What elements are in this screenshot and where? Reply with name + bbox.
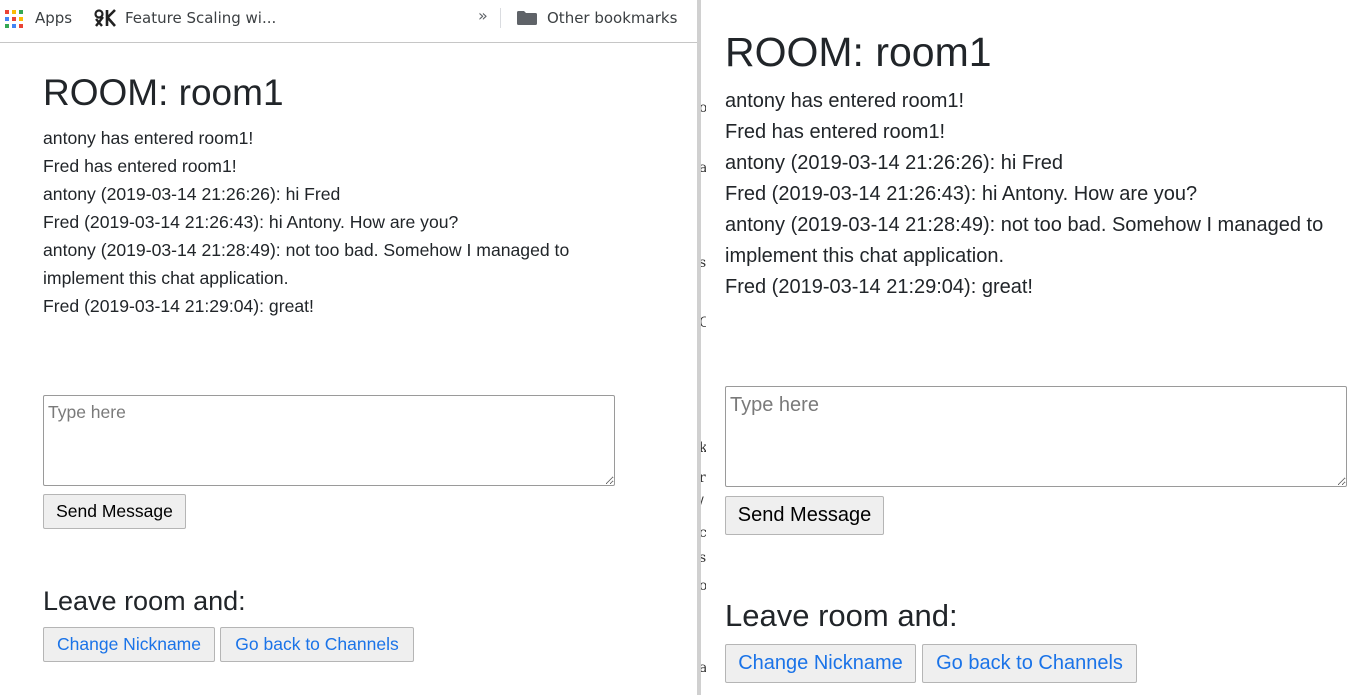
message-item: Fred (2019-03-14 21:26:43): hi Antony. H… — [43, 212, 459, 232]
message-item: Fred has entered room1! — [43, 156, 237, 176]
message-list: antony has entered room1! Fred has enter… — [43, 124, 623, 320]
bookmarks-separator — [500, 8, 501, 28]
message-item: antony (2019-03-14 21:26:26): hi Fred — [725, 152, 1063, 174]
bookmark-other-bookmarks[interactable]: Other bookmarks — [547, 8, 677, 28]
send-message-button[interactable]: Send Message — [725, 496, 884, 535]
right-browser-window: ROOM: room1 antony has entered room1! Fr… — [706, 0, 1364, 695]
leave-room-heading: Leave room and: — [725, 598, 958, 633]
message-item: antony has entered room1! — [43, 128, 254, 148]
message-list: antony has entered room1! Fred has enter… — [725, 86, 1361, 303]
apps-grid-icon[interactable] — [5, 10, 23, 28]
message-item: antony (2019-03-14 21:26:26): hi Fred — [43, 184, 341, 204]
leave-room-heading: Leave room and: — [43, 586, 246, 616]
message-item: antony has entered room1! — [725, 90, 965, 112]
bookmark-feature-scaling[interactable]: Feature Scaling wi... — [125, 8, 276, 28]
bookmarks-bar: Apps Feature Scaling wi... » Other bookm… — [0, 0, 697, 43]
send-message-button[interactable]: Send Message — [43, 494, 186, 529]
message-item: Fred (2019-03-14 21:29:04): great! — [725, 276, 1033, 298]
folder-icon — [517, 11, 537, 25]
message-item: antony (2019-03-14 21:28:49): not too ba… — [725, 214, 1324, 267]
left-browser-window: Apps Feature Scaling wi... » Other bookm… — [0, 0, 697, 695]
change-nickname-button[interactable]: Change Nickname — [725, 644, 916, 683]
bookmarks-overflow-chevron[interactable]: » — [478, 6, 488, 25]
change-nickname-button[interactable]: Change Nickname — [43, 627, 215, 662]
message-input[interactable] — [725, 386, 1347, 487]
message-item: Fred has entered room1! — [725, 121, 946, 143]
back-to-channels-button[interactable]: Go back to Channels — [220, 627, 414, 662]
back-to-channels-button[interactable]: Go back to Channels — [922, 644, 1137, 683]
message-input[interactable] — [43, 395, 615, 486]
message-item: antony (2019-03-14 21:28:49): not too ba… — [43, 240, 570, 288]
bookmark-apps[interactable]: Apps — [35, 8, 72, 28]
room-title: ROOM: room1 — [725, 29, 992, 75]
message-item: Fred (2019-03-14 21:26:43): hi Antony. H… — [725, 183, 1198, 205]
room-title: ROOM: room1 — [43, 72, 284, 113]
message-item: Fred (2019-03-14 21:29:04): great! — [43, 296, 314, 316]
feature-scaling-favicon-icon — [94, 9, 116, 27]
